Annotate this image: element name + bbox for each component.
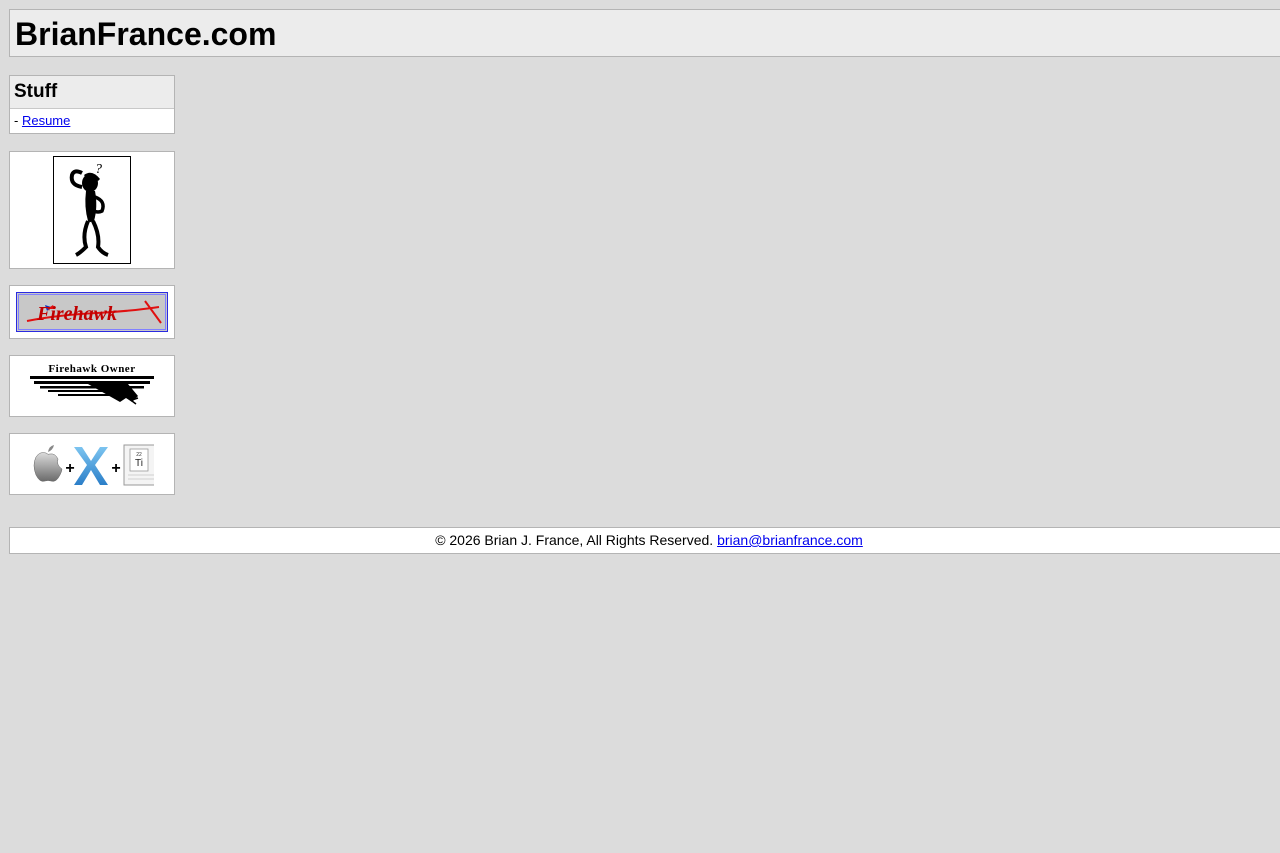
site-header: BrianFrance.com xyxy=(9,9,1280,57)
stuff-panel: Stuff - Resume xyxy=(9,75,175,134)
svg-text:+: + xyxy=(111,460,120,477)
mac-os-x-titanium-badge[interactable]: + + 22 Ti xyxy=(30,441,161,487)
email-link[interactable]: brian@brianfrance.com xyxy=(717,532,863,548)
firehawk-logo-button[interactable]: Firehawk xyxy=(16,292,168,332)
mac-x-icon xyxy=(74,447,108,485)
resume-link[interactable]: Resume xyxy=(22,113,70,128)
site-title: BrianFrance.com xyxy=(15,16,277,52)
copyright-text: © 2026 Brian J. France, All Rights Reser… xyxy=(435,532,714,548)
apple-icon xyxy=(33,452,63,482)
stuff-panel-header: Stuff xyxy=(10,76,174,109)
svg-text:Ti: Ti xyxy=(135,458,143,469)
thinker-image-box: ? xyxy=(9,151,175,269)
question-mark-glyph: ? xyxy=(95,162,102,177)
thinking-stick-figure-image[interactable]: ? xyxy=(53,156,131,264)
firehawk-owner-badge[interactable]: Firehawk Owner xyxy=(28,362,156,408)
stuff-links-list: - Resume xyxy=(14,113,70,129)
firehawk-script-text: Firehawk xyxy=(36,303,117,325)
firehawk-owner-box: Firehawk Owner xyxy=(9,355,175,417)
link-prefix: - xyxy=(14,113,22,128)
stuff-panel-title: Stuff xyxy=(14,81,58,102)
site-footer: © 2026 Brian J. France, All Rights Reser… xyxy=(9,527,1280,554)
firehawk-logo-box: Firehawk xyxy=(9,285,175,339)
svg-text:+: + xyxy=(65,460,74,477)
mac-os-x-titanium-box: + + 22 Ti xyxy=(9,433,175,495)
firehawk-owner-text: Firehawk Owner xyxy=(48,363,135,375)
